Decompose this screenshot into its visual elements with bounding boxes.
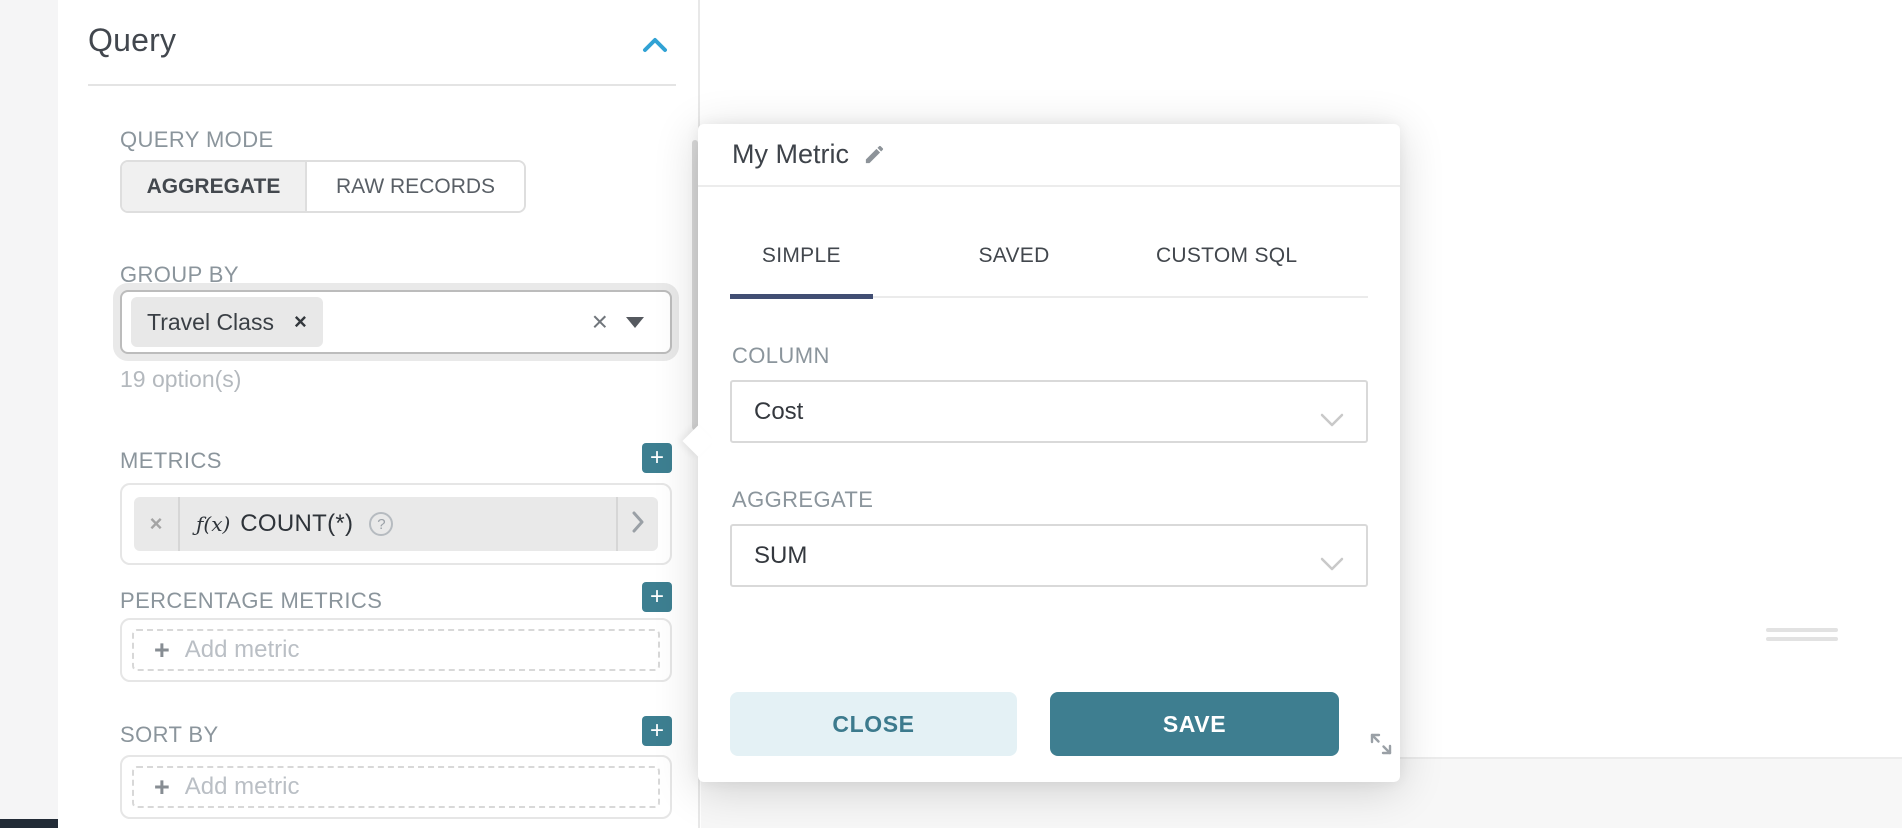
add-metric-button[interactable]: + <box>642 443 672 473</box>
plus-icon: + <box>154 774 170 801</box>
aggregate-mode-button[interactable]: AGGREGATE <box>122 162 307 211</box>
aggregate-value: SUM <box>754 542 807 570</box>
bottom-left-dark-block <box>0 819 58 828</box>
fx-icon: ƒ(x) <box>196 512 230 536</box>
sort-add-metric-dropzone[interactable]: + Add metric <box>132 766 660 808</box>
group-by-tag-label: Travel Class <box>147 309 274 336</box>
plus-icon: + <box>650 719 664 743</box>
save-button[interactable]: SAVE <box>1050 692 1339 756</box>
tab-saved[interactable]: SAVED <box>943 236 1086 299</box>
group-by-tag: Travel Class × <box>131 297 323 347</box>
add-metric-placeholder: Add metric <box>185 773 300 801</box>
add-sort-metric-button[interactable]: + <box>642 716 672 746</box>
chevron-up-icon <box>642 43 668 60</box>
plus-icon: + <box>650 446 664 470</box>
metric-edit-popover: My Metric SIMPLE SAVED CUSTOM SQL COLUMN… <box>698 124 1400 782</box>
chevron-down-icon <box>1320 406 1344 434</box>
sort-by-container: + Add metric <box>120 755 672 819</box>
edit-pencil-icon[interactable] <box>863 143 886 166</box>
query-section-title: Query <box>88 22 176 59</box>
aggregate-label: AGGREGATE <box>732 487 873 513</box>
group-by-label: GROUP BY <box>120 262 239 288</box>
caret-down-icon[interactable] <box>626 317 644 328</box>
tab-custom-sql[interactable]: CUSTOM SQL <box>1155 236 1298 299</box>
popover-tabs: SIMPLE SAVED CUSTOM SQL <box>730 236 1368 298</box>
resize-diagonal-icon[interactable] <box>1368 731 1394 757</box>
query-mode-label: QUERY MODE <box>120 127 274 153</box>
column-select[interactable]: Cost <box>730 380 1368 443</box>
column-value: Cost <box>754 398 803 426</box>
chevron-right-icon <box>632 511 644 538</box>
collapse-section-button[interactable] <box>642 36 668 56</box>
metric-name: My Metric <box>732 139 849 170</box>
aggregate-select[interactable]: SUM <box>730 524 1368 587</box>
popover-header: My Metric <box>698 124 1400 187</box>
query-mode-toggle: AGGREGATE RAW RECORDS <box>120 160 526 213</box>
left-rail <box>0 0 58 828</box>
pill-divider <box>178 497 180 551</box>
metrics-label: METRICS <box>120 448 222 474</box>
percentage-metrics-container: + Add metric <box>120 618 672 682</box>
add-metric-placeholder: Add metric <box>185 636 300 664</box>
help-icon: ? <box>369 512 393 536</box>
metrics-container: × ƒ(x) COUNT(*) ? <box>120 483 672 565</box>
close-button[interactable]: CLOSE <box>730 692 1017 756</box>
group-by-options-hint: 19 option(s) <box>120 366 241 393</box>
plus-icon: + <box>650 585 664 609</box>
percentage-add-metric-dropzone[interactable]: + Add metric <box>132 629 660 671</box>
splitter-grip-line[interactable] <box>1766 628 1838 632</box>
clear-select-icon[interactable]: × <box>592 308 608 336</box>
column-label: COLUMN <box>732 343 830 369</box>
expand-metric-chevron[interactable] <box>618 497 658 551</box>
section-divider <box>88 84 676 86</box>
sort-by-label: SORT BY <box>120 722 219 748</box>
add-percentage-metric-button[interactable]: + <box>642 582 672 612</box>
metric-count-pill[interactable]: × ƒ(x) COUNT(*) ? <box>134 497 658 551</box>
tab-simple[interactable]: SIMPLE <box>730 236 873 299</box>
percentage-metrics-label: PERCENTAGE METRICS <box>120 588 382 614</box>
raw-records-mode-button[interactable]: RAW RECORDS <box>307 162 524 211</box>
remove-tag-icon[interactable]: × <box>294 311 307 333</box>
popover-footer: CLOSE SAVE <box>730 692 1368 756</box>
group-by-select[interactable]: Travel Class × × <box>120 290 672 354</box>
plus-icon: + <box>154 637 170 664</box>
splitter-grip-line[interactable] <box>1766 637 1838 641</box>
query-panel: Query QUERY MODE AGGREGATE RAW RECORDS G… <box>58 0 698 828</box>
metric-expression: COUNT(*) <box>240 510 353 538</box>
chevron-down-icon <box>1320 550 1344 578</box>
remove-metric-icon[interactable]: × <box>134 497 178 551</box>
explore-view: Query QUERY MODE AGGREGATE RAW RECORDS G… <box>0 0 1902 828</box>
